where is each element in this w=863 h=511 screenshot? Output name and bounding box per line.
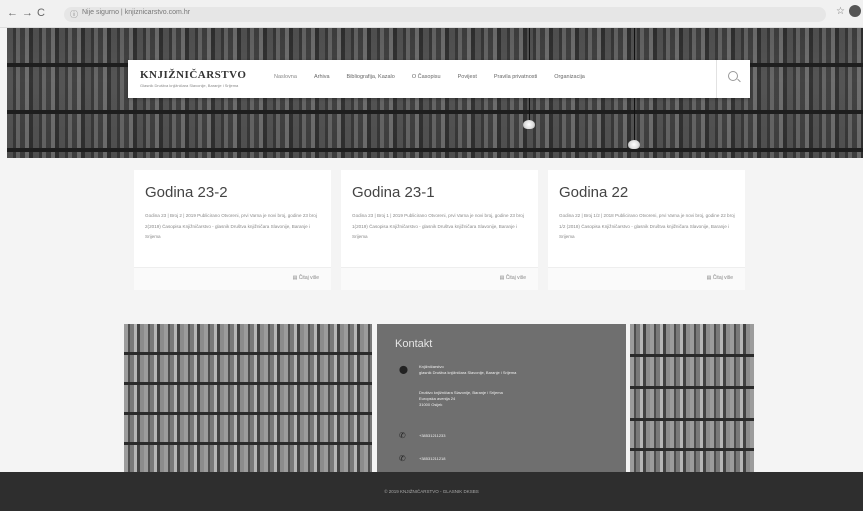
post-card: Godina 23-1 Godina 23 | Broj 1 | 2019 Pu… [341,170,538,290]
menu-item-bibliografija[interactable]: Bibliografija, Kazalo [347,74,395,80]
post-card: Godina 22 Godina 22 | Broj 1/2 | 2018 Pu… [548,170,745,290]
post-footer: ▤ Čitaj više [341,267,538,290]
site-logo[interactable]: KNJIŽNIČARSTVO [140,69,246,81]
read-more-label: Čitaj više [505,275,526,281]
menu-item-naslovna[interactable]: Naslovna [274,74,297,80]
contact-address: Knjižničarstvo glasnik Društva knjižniča… [419,364,517,375]
url-scheme: Nije sigurno [82,9,119,16]
post-excerpt: Godina 23 | Broj 1 | 2019 Publicirano Ot… [352,213,524,239]
contact-panel: Kontakt ⬤ Knjižničarstvo glasnik Društva… [377,324,626,472]
post-title[interactable]: Godina 22 [559,184,628,201]
contact-org-address: Društvo knjižničara Slavonije, Baranje i… [419,390,503,407]
url-text: Nije sigurno | knjiznicarstvo.com.hr [82,9,191,16]
post-card: Godina 23-2 Godina 23 | Broj 2 | 2019 Pu… [134,170,331,290]
read-more-link[interactable]: ▤ Čitaj više [293,275,319,281]
post-excerpt: Godina 23 | Broj 2 | 2019 Publicirano Ot… [145,213,317,239]
menu-item-arhiva[interactable]: Arhiva [314,74,330,80]
read-more-label: Čitaj više [298,275,319,281]
read-more-label: Čitaj više [712,275,733,281]
library-photo [630,324,754,472]
info-icon[interactable]: ⓘ [70,9,78,20]
back-icon[interactable]: ← [7,7,18,19]
reload-icon[interactable]: C [37,7,45,19]
contact-title: Kontakt [395,338,433,350]
forward-icon[interactable]: → [22,7,33,19]
post-excerpt: Godina 22 | Broj 1/2 | 2018 Publicirano … [559,213,735,239]
search-icon [728,71,738,81]
lamp-icon [628,140,640,149]
post-title[interactable]: Godina 23-1 [352,184,435,201]
bookmark-star-icon[interactable]: ☆ [836,6,845,17]
location-pin-icon: ⬤ [399,365,408,374]
menu-item-povijest[interactable]: Povijest [458,74,477,80]
browser-toolbar: ← → C ⓘ Nije sigurno | knjiznicarstvo.co… [0,0,863,28]
search-button[interactable] [716,60,750,98]
read-more-link[interactable]: ▤ Čitaj više [707,275,733,281]
menu-item-o-casopisu[interactable]: O Časopisu [412,74,441,80]
contact-phone[interactable]: +38531211218 [419,456,446,462]
post-footer: ▤ Čitaj više [134,267,331,290]
copyright-text: © 2019 KNJIŽNIČARSTVO - GLASNIK DKSBS [384,489,479,494]
phone-icon: ✆ [399,431,406,440]
post-title[interactable]: Godina 23-2 [145,184,228,201]
menu-item-organizacija[interactable]: Organizacija [554,74,585,80]
lamp-icon [523,120,535,129]
hero-banner: KNJIŽNIČARSTVO Glasnik Društva knjižniča… [7,28,863,158]
address-bar[interactable]: ⓘ Nije sigurno | knjiznicarstvo.com.hr [64,7,826,22]
library-photo [124,324,372,472]
url-host: knjiznicarstvo.com.hr [124,9,191,16]
read-more-link[interactable]: ▤ Čitaj više [500,275,526,281]
site-footer: © 2019 KNJIŽNIČARSTVO - GLASNIK DKSBS [0,472,863,511]
site-header: KNJIŽNIČARSTVO Glasnik Društva knjižniča… [128,60,750,98]
phone-icon: ✆ [399,454,406,463]
contact-phone[interactable]: +38531211233 [419,433,446,439]
account-icon[interactable] [849,5,861,17]
post-footer: ▤ Čitaj više [548,267,745,290]
site-subtitle: Glasnik Društva knjižničara Slavonije, B… [140,83,239,88]
menu-item-pravila-privatnosti[interactable]: Pravila privatnosti [494,74,537,80]
main-menu: Naslovna Arhiva Bibliografija, Kazalo O … [274,74,602,80]
